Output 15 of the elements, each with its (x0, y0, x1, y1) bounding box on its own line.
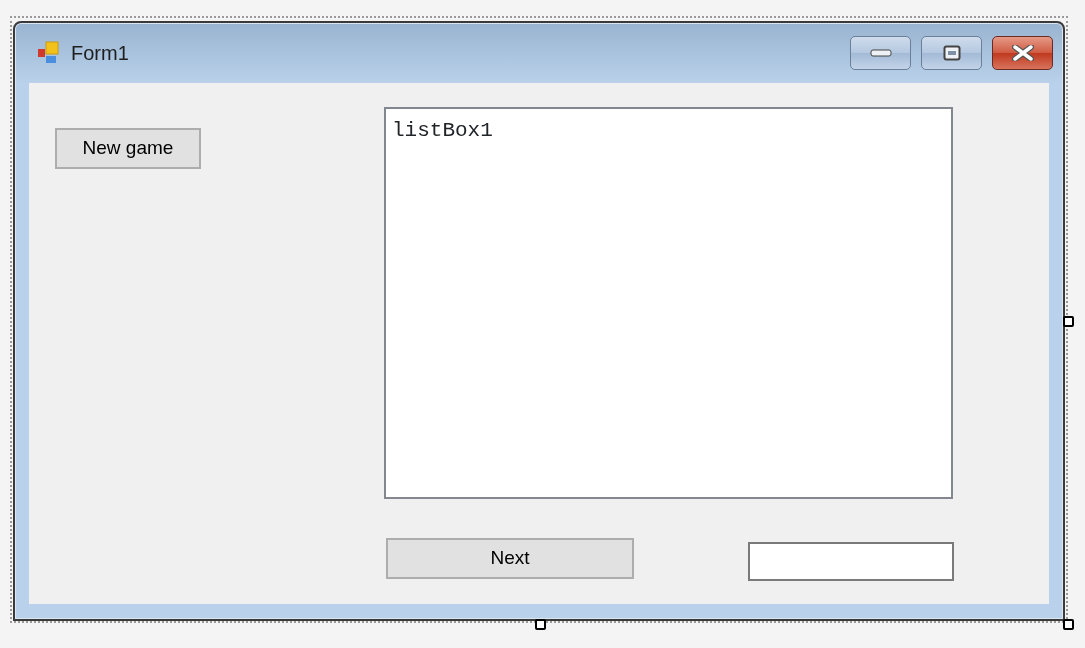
button[interactable]: Next (386, 538, 634, 579)
button[interactable]: New game (55, 128, 201, 169)
close-button[interactable] (992, 36, 1053, 70)
resize-handle[interactable] (1063, 619, 1074, 630)
text-field[interactable] (748, 542, 954, 581)
window-title: Form1 (71, 41, 130, 66)
minimize-button[interactable] (850, 36, 911, 70)
maximize-button[interactable] (921, 36, 982, 70)
resize-handle[interactable] (1063, 316, 1074, 327)
maximize-icon (942, 45, 961, 61)
close-icon (1011, 45, 1034, 61)
app-icon (37, 41, 61, 65)
list-box[interactable]: listBox1 (384, 107, 953, 499)
minimize-icon (869, 49, 892, 57)
resize-handle[interactable] (535, 619, 546, 630)
